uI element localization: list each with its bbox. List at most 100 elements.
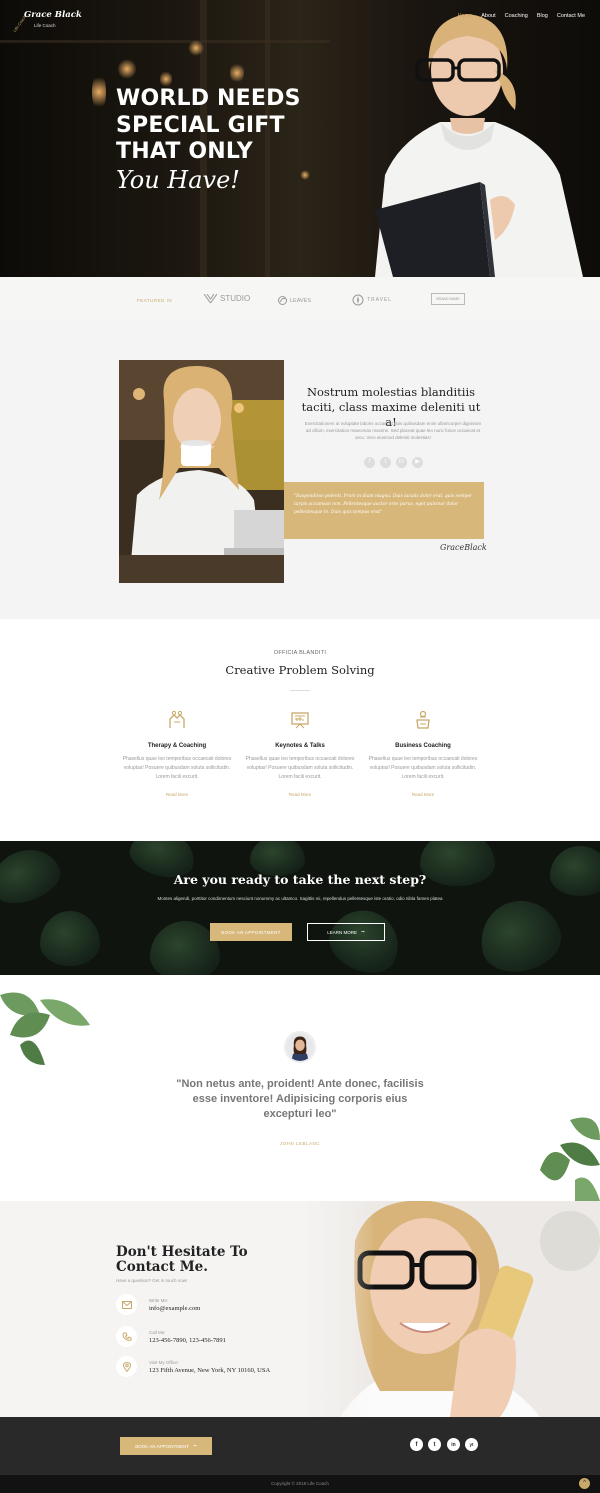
footer-book-appointment-button[interactable]: BOOK AN APPOINTMENT ➞ [120, 1437, 212, 1455]
hero-woman-photo [375, 14, 583, 277]
youtube-icon[interactable]: yt [465, 1438, 478, 1451]
brand-name: STUDIO [220, 294, 251, 303]
read-more-link[interactable]: Read More [122, 792, 232, 797]
logo[interactable]: Life Coach Grace Black Life Coach [10, 8, 82, 34]
contact-heading-line: Contact Me. [116, 1259, 208, 1275]
about-paragraph: Exercitationem ut voluptate laboris occa… [304, 421, 482, 440]
service-desc: Phasellus quae leo temporibus occaecati … [245, 756, 355, 780]
twitter-icon[interactable]: t [428, 1438, 441, 1451]
brand-name: TRAVEL [367, 297, 393, 303]
hero-title-line: SPECIAL GIFT [116, 112, 285, 138]
hero-bokeh-light [92, 72, 106, 112]
learn-more-button[interactable]: LEARN MORE ➞ [307, 923, 385, 941]
service-card-business: Business Coaching Phasellus quae leo tem… [368, 710, 478, 797]
phone-icon [116, 1326, 137, 1347]
testimonial-text: "Non netus ante, proident! Ante donec, f… [176, 1078, 424, 1120]
heading-divider [290, 690, 310, 691]
nav-item-home[interactable]: Home [458, 13, 473, 19]
signature: GraceBlack [440, 543, 487, 552]
avatar [284, 1031, 316, 1063]
brand-name: BRAND NAME [436, 297, 460, 301]
linkedin-icon[interactable]: in [396, 457, 407, 468]
read-more-link[interactable]: Read More [245, 792, 355, 797]
compass-mark-icon [352, 294, 364, 306]
brand-logo-brandname: BRAND NAME [431, 293, 465, 305]
contact-row-address: Visit My Office: 123 Fifth Avenue, New Y… [116, 1356, 270, 1377]
hero-title-line: WORLD NEEDS [116, 86, 301, 111]
hero-bokeh-light [230, 62, 244, 84]
about-woman-coffee-photo [119, 360, 284, 583]
service-desc: Phasellus quae leo temporibus occaecati … [368, 756, 478, 780]
twitter-icon[interactable]: t [380, 457, 391, 468]
brand-logo-studio: STUDIO [204, 294, 250, 303]
contact-heading-line: Don't Hesitate To [116, 1244, 248, 1260]
contact-woman-phone-photo [300, 1201, 600, 1417]
facebook-icon[interactable]: f [410, 1438, 423, 1451]
plant-leaves-decoration [0, 992, 90, 1065]
main-nav: Home About Coaching Blog Contact Me [458, 13, 585, 19]
contact-label: Call Me: [149, 1329, 166, 1335]
hero-bokeh-light [118, 58, 136, 80]
cta-heading: Are you ready to take the next step? [173, 872, 427, 887]
footer: BOOK AN APPOINTMENT ➞ f t in yt [0, 1417, 600, 1475]
handshake-icon [169, 710, 185, 728]
services-section: OFFICIA BLANDITI Creative Problem Solvin… [0, 619, 600, 841]
testimonial-section: "Non netus ante, proident! Ante donec, f… [0, 975, 600, 1201]
contact-email-link[interactable]: info@example.com [149, 1305, 200, 1312]
hero-bokeh-light [300, 170, 310, 180]
service-title: Therapy & Coaching [147, 743, 207, 749]
facebook-icon[interactable]: f [364, 457, 375, 468]
nav-item-coaching[interactable]: Coaching [505, 13, 528, 19]
leaf-decoration [250, 841, 305, 876]
contact-row-email: Write Me: info@example.com [116, 1294, 200, 1315]
hero-title-line: THAT ONLY [116, 139, 253, 164]
map-pin-icon [116, 1356, 137, 1377]
services-heading: Creative Problem Solving [225, 663, 375, 677]
linkedin-icon[interactable]: in [447, 1438, 460, 1451]
brand-name: LEAVES [290, 297, 311, 304]
contact-address: 123 Fifth Avenue, New York, NY 10160, US… [149, 1366, 271, 1374]
footer-book-label: BOOK AN APPOINTMENT [135, 1443, 189, 1449]
featured-label: FEATURED IN [137, 298, 173, 303]
hero-section: Life Coach Grace Black Life Coach Home A… [0, 0, 600, 277]
featured-in-bar: FEATURED IN STUDIO LEAVES TRAVEL BRAND N… [0, 277, 600, 321]
copyright-bar: Copyright © 2018 Life Coach ^ [0, 1475, 600, 1493]
contact-label: Write Me: [149, 1297, 169, 1303]
leaf-decoration [550, 846, 600, 896]
read-more-link[interactable]: Read More [368, 792, 478, 797]
nav-item-contact[interactable]: Contact Me [557, 13, 585, 19]
nav-item-blog[interactable]: Blog [537, 13, 548, 19]
nav-item-about[interactable]: About [481, 13, 495, 19]
logo-tagline: Life Coach [34, 23, 56, 28]
business-speaker-icon [416, 710, 430, 729]
service-title: Business Coaching [395, 743, 451, 749]
about-section: Nostrum molestias blanditiis taciti, cla… [0, 321, 600, 619]
service-desc: Phasellus quae leo temporibus occaecati … [122, 756, 232, 780]
logo-script: Grace Black [24, 10, 82, 20]
about-social-icons: f t in ▶ [364, 457, 423, 468]
testimonial-author: JOHN LEBLANC [279, 1141, 320, 1146]
services-kicker: OFFICIA BLANDITI [273, 650, 327, 656]
book-appointment-button[interactable]: BOOK AN APPOINTMENT [210, 923, 292, 941]
copyright-text: Copyright © 2018 Life Coach [271, 1481, 329, 1486]
arrow-right-icon: ➞ [192, 1443, 197, 1448]
contact-section: Don't Hesitate To Contact Me. Have a que… [0, 1201, 600, 1417]
contact-row-phone: Call Me: 123-456-7890, 123-456-7891 [116, 1326, 226, 1347]
service-card-keynotes: Keynotes & Talks Phasellus quae leo temp… [245, 710, 355, 797]
hero-script-text: You Have! [116, 166, 240, 194]
plant-leaves-decoration [540, 1117, 600, 1201]
youtube-icon[interactable]: ▶ [412, 457, 423, 468]
contact-heading: Don't Hesitate To Contact Me. [116, 1245, 248, 1275]
leaf-decoration [472, 891, 568, 975]
cta-section: Are you ready to take the next step? Mon… [0, 841, 600, 975]
hero-bokeh-light [188, 40, 204, 56]
leaf-mark-icon [278, 296, 287, 305]
leaf-decoration [40, 911, 100, 966]
scroll-to-top-button[interactable]: ^ [579, 1478, 590, 1489]
contact-phone-link[interactable]: 123-456-7890, 123-456-7891 [149, 1337, 226, 1344]
service-title: Keynotes & Talks [275, 743, 325, 749]
hero-background-beam [0, 40, 330, 43]
brand-logo-leaves: LEAVES [278, 296, 311, 305]
arrow-right-icon: ➞ [360, 929, 365, 934]
studio-mark-icon [204, 294, 217, 303]
